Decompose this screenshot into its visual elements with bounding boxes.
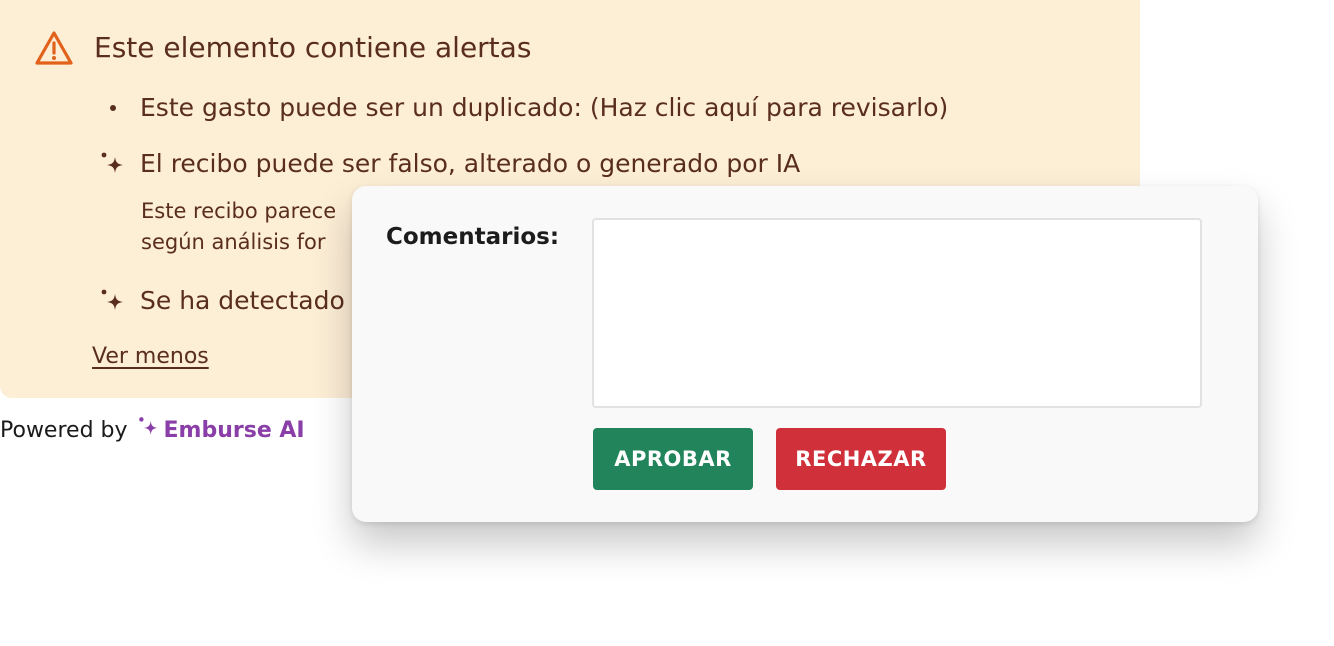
approve-button[interactable]: APROBAR (593, 428, 753, 490)
alert-item-fake-receipt: El recibo puede ser falso, alterado o ge… (100, 147, 800, 181)
comment-card: Comentarios: APROBAR RECHAZAR (352, 186, 1258, 522)
sparkle-icon (138, 416, 160, 444)
alert-header: Este elemento contiene alertas (34, 28, 531, 68)
comments-input[interactable] (592, 218, 1202, 408)
alert-item-text: Este gasto puede ser un duplicado: (Haz … (140, 93, 949, 122)
sparkle-icon (100, 151, 140, 177)
alert-item-text: El recibo puede ser falso, alterado o ge… (140, 149, 801, 178)
reject-button[interactable]: RECHAZAR (776, 428, 946, 490)
bullet-dot-icon (100, 105, 140, 111)
alert-item-detected: Se ha detectado (100, 284, 345, 318)
stage: Este elemento contiene alertas Este gast… (0, 0, 1334, 646)
comments-label: Comentarios: (386, 224, 560, 250)
alert-title: Este elemento contiene alertas (94, 31, 532, 64)
alert-detail-line: según análisis for (141, 230, 326, 254)
sparkle-icon (100, 288, 140, 314)
powered-by: Powered by Emburse AI (0, 416, 305, 444)
brand-name: Emburse AI (163, 417, 305, 443)
ver-menos-link[interactable]: Ver menos (92, 344, 209, 369)
brand: Emburse AI (138, 416, 305, 444)
powered-prefix: Powered by (0, 417, 128, 443)
alert-item-detail: Este recibo parece según análisis for (141, 196, 361, 258)
alert-detail-line: Este recibo parece (141, 199, 337, 223)
alert-item-text: Se ha detectado (140, 286, 345, 315)
warning-icon (34, 30, 74, 66)
alert-item-duplicate[interactable]: Este gasto puede ser un duplicado: (Haz … (100, 91, 948, 125)
